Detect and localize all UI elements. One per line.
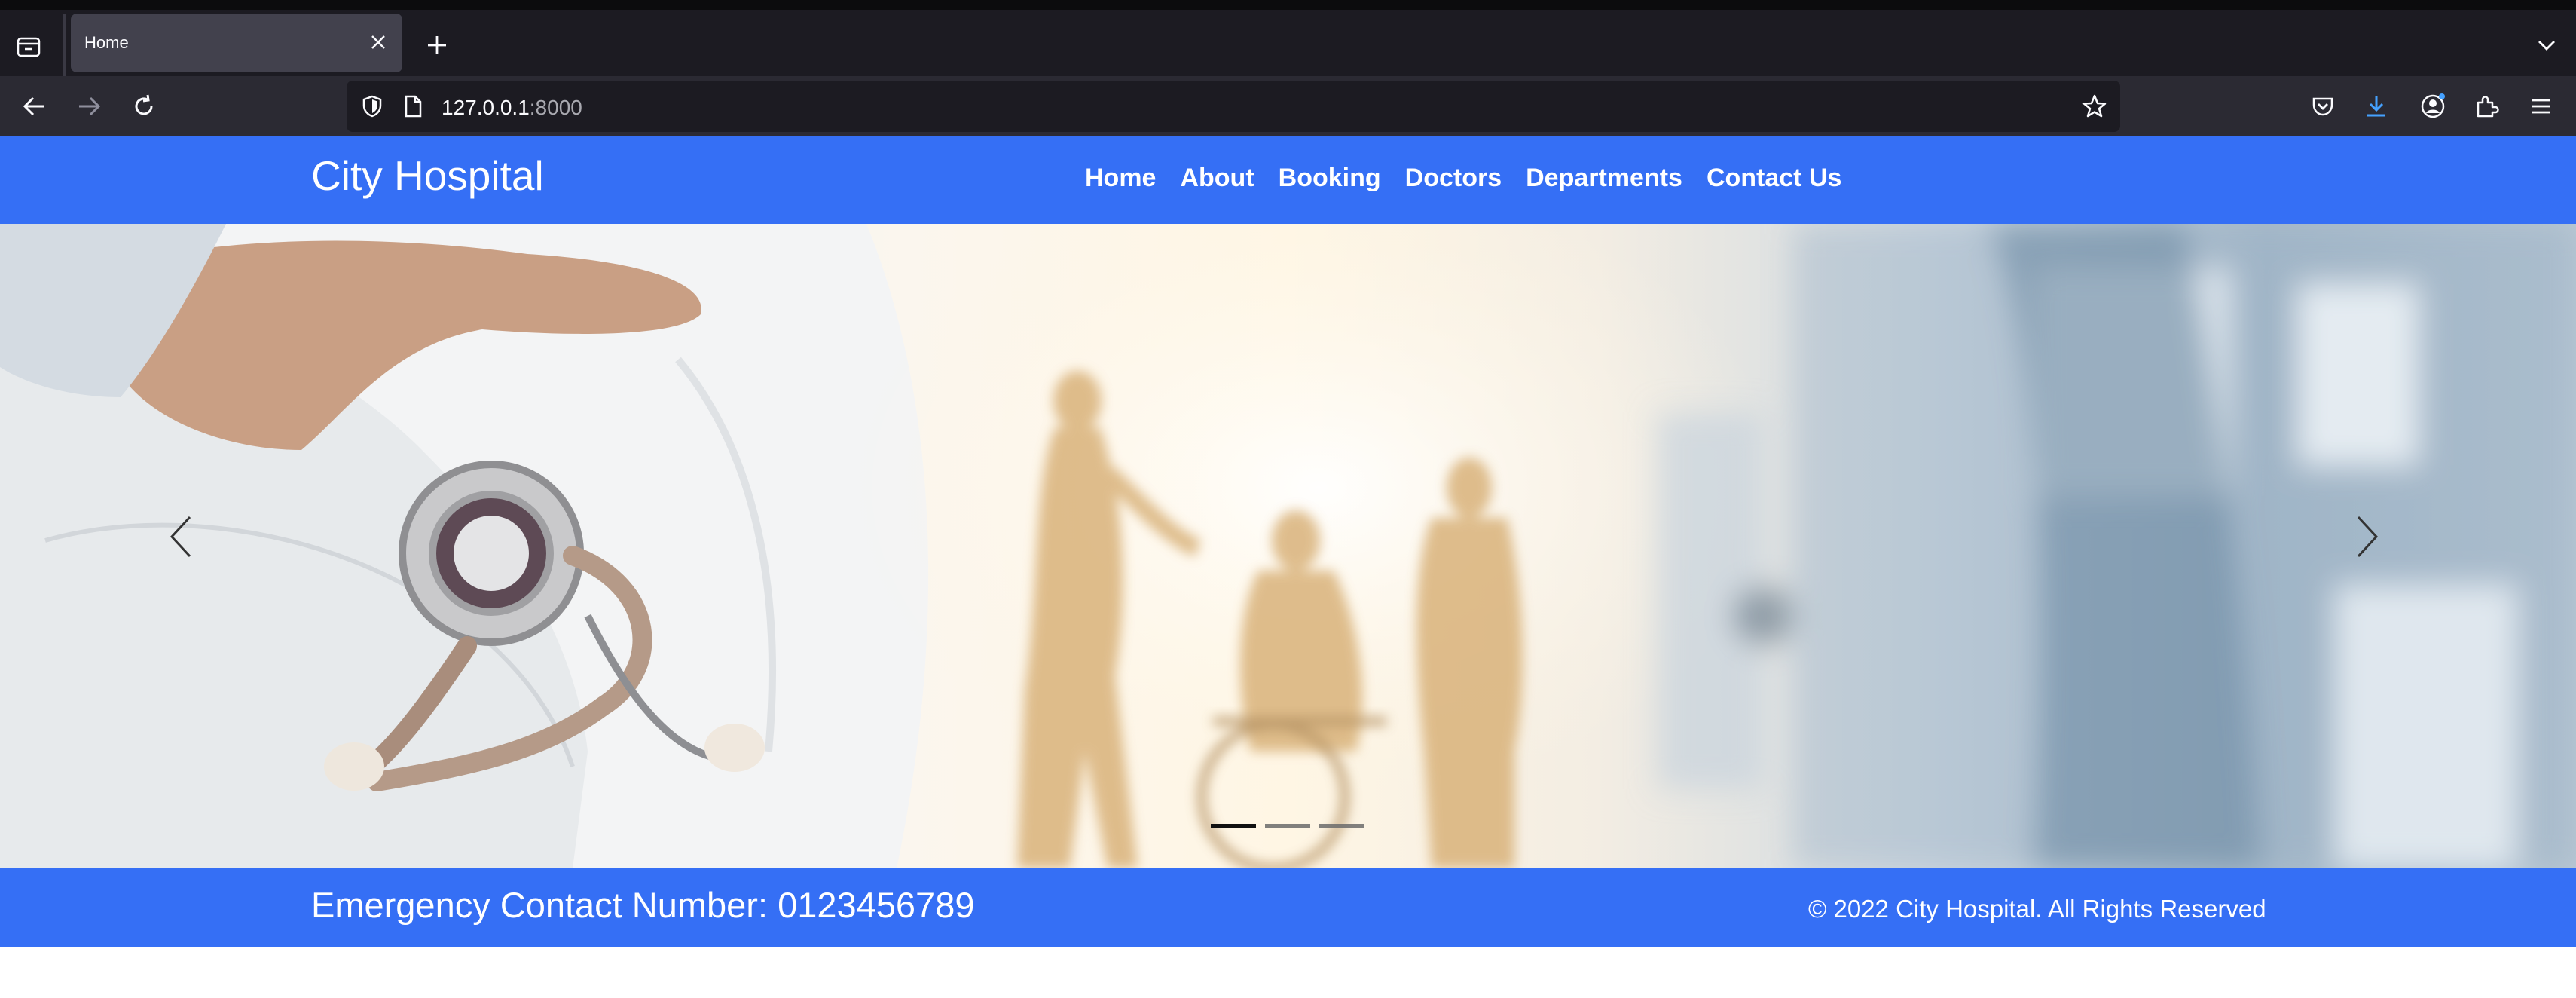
carousel-indicators [1211, 824, 1364, 828]
site-brand[interactable]: City Hospital [311, 152, 544, 200]
carousel-prev-button[interactable] [166, 514, 226, 574]
pocket-button[interactable] [2303, 87, 2342, 126]
download-icon [2367, 96, 2385, 117]
carousel-indicator-2[interactable] [1265, 824, 1310, 828]
tab-separator [63, 14, 66, 76]
pocket-icon [2312, 97, 2333, 116]
app-menu-button[interactable] [2521, 87, 2560, 126]
nav-booking-link[interactable]: Booking [1279, 164, 1381, 193]
carousel-next-button[interactable] [2352, 514, 2413, 574]
carousel-indicator-1[interactable] [1211, 824, 1256, 828]
new-tab-button[interactable] [419, 27, 455, 63]
forward-button[interactable] [69, 87, 108, 126]
url-text: 127.0.0.1:8000 [442, 96, 582, 120]
tab-bar: Home [0, 10, 2576, 76]
forward-arrow-icon [79, 96, 101, 116]
url-bar[interactable]: 127.0.0.1:8000 [347, 81, 2120, 132]
tab-home[interactable]: Home [71, 14, 402, 72]
chevron-right-icon [2357, 516, 2379, 558]
nav-departments-link[interactable]: Departments [1526, 164, 1682, 193]
list-all-tabs-button[interactable] [2529, 27, 2565, 63]
extensions-icon [2477, 96, 2499, 118]
star-icon [2082, 94, 2107, 118]
menu-icon [2532, 99, 2550, 114]
account-icon [2421, 93, 2445, 118]
chevron-left-icon [170, 516, 191, 558]
site-info-button[interactable] [398, 91, 428, 121]
tracking-protection-button[interactable] [357, 91, 387, 121]
tab-list-button[interactable] [14, 32, 44, 62]
close-icon [371, 35, 385, 49]
site-header: City Hospital Home About Booking Doctors… [0, 136, 2576, 224]
tab-close-button[interactable] [363, 27, 393, 57]
tab-title: Home [84, 33, 129, 52]
chevron-down-icon [2538, 41, 2555, 51]
back-button[interactable] [15, 87, 54, 126]
url-port: :8000 [529, 96, 582, 119]
site-footer: Emergency Contact Number: 0123456789 © 2… [0, 868, 2576, 947]
nav-home-link[interactable]: Home [1085, 164, 1156, 193]
navigation-toolbar: 127.0.0.1:8000 [0, 76, 2576, 136]
extensions-button[interactable] [2467, 87, 2506, 126]
copyright-text: © 2022 City Hospital. All Rights Reserve… [1808, 895, 2266, 923]
url-host: 127.0.0.1 [442, 96, 530, 119]
main-nav: Home About Booking Doctors Departments C… [1085, 164, 1841, 193]
plus-icon [428, 36, 446, 54]
reload-icon [135, 94, 153, 115]
downloads-button[interactable] [2357, 87, 2396, 126]
hero-slide-image [0, 224, 2576, 868]
nav-contact-link[interactable]: Contact Us [1707, 164, 1841, 193]
page-icon [405, 95, 422, 118]
account-button[interactable] [2413, 87, 2452, 126]
nav-about-link[interactable]: About [1180, 164, 1254, 193]
emergency-contact: Emergency Contact Number: 0123456789 [311, 885, 975, 925]
bookmark-button[interactable] [2079, 91, 2110, 121]
nav-doctors-link[interactable]: Doctors [1405, 164, 1502, 193]
back-arrow-icon [23, 96, 44, 116]
hero-carousel [0, 224, 2576, 868]
window-top-strip [0, 0, 2576, 10]
reload-button[interactable] [124, 87, 163, 126]
carousel-indicator-3[interactable] [1319, 824, 1364, 828]
shield-icon [362, 95, 382, 118]
tab-list-icon [17, 37, 41, 57]
